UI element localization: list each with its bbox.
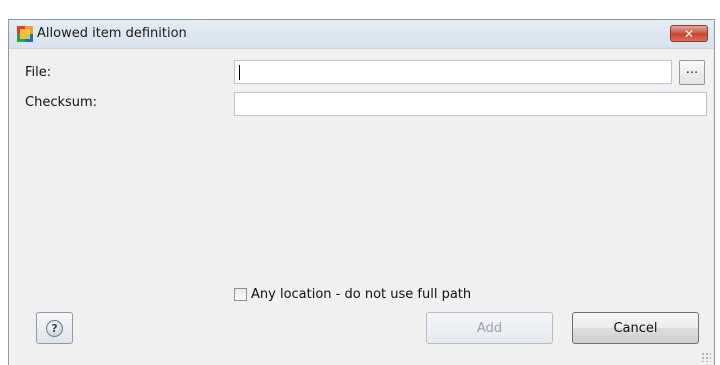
file-input[interactable]: [234, 60, 672, 84]
checksum-input[interactable]: [234, 92, 707, 116]
ellipsis-icon: ...: [685, 62, 699, 77]
any-location-checkbox[interactable]: [234, 287, 247, 301]
help-icon: ?: [46, 319, 63, 337]
file-label: File:: [25, 65, 52, 80]
add-button-label: Add: [476, 320, 503, 336]
close-icon: ✕: [683, 26, 695, 41]
cancel-button-label: Cancel: [613, 320, 658, 336]
checksum-label: Checksum:: [25, 95, 98, 110]
any-location-label[interactable]: Any location - do not use full path: [251, 287, 471, 302]
text-caret: [239, 65, 240, 80]
dialog-window: Allowed item definition ✕ File: ... Chec…: [8, 19, 715, 365]
browse-button[interactable]: ...: [679, 60, 705, 85]
window-title: Allowed item definition: [37, 26, 187, 41]
close-button[interactable]: ✕: [670, 25, 708, 42]
any-location-option[interactable]: Any location - do not use full path: [234, 285, 471, 303]
cancel-button[interactable]: Cancel: [572, 312, 699, 344]
resize-grip-icon[interactable]: [701, 352, 711, 362]
title-bar[interactable]: Allowed item definition ✕: [9, 20, 714, 49]
help-button[interactable]: ?: [36, 312, 73, 344]
avg-logo-icon: [17, 26, 33, 42]
add-button[interactable]: Add: [426, 312, 553, 344]
